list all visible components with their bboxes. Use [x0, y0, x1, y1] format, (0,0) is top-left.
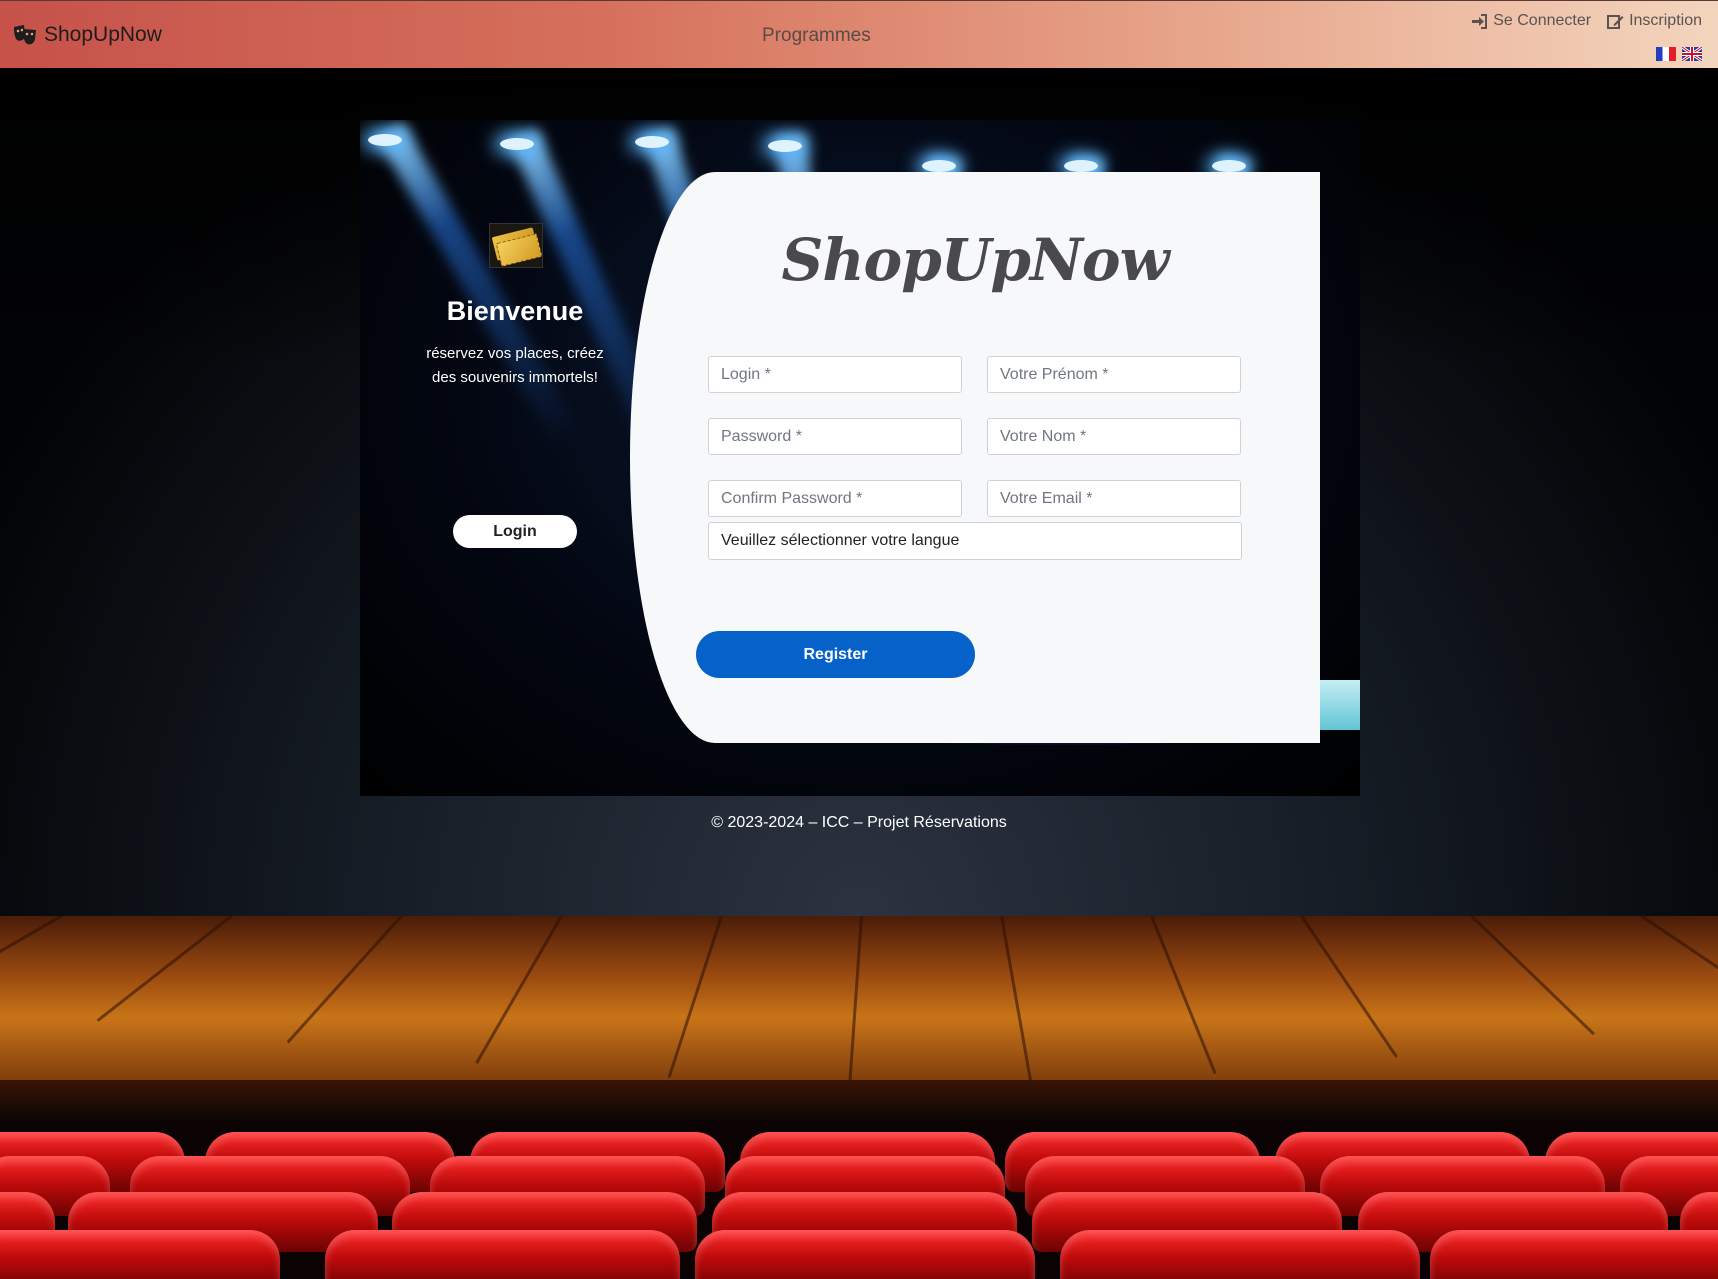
form-logo: ShopUpNow	[781, 226, 1169, 294]
nav-link-signup-label: Inscription	[1629, 12, 1702, 29]
stage-edge-shadow	[0, 1080, 1718, 1120]
nav-link-signup[interactable]: Inscription	[1607, 12, 1702, 30]
brand-name: ShopUpNow	[44, 23, 162, 46]
uk-flag-graphic	[1682, 47, 1702, 61]
ticket-logo-icon	[489, 223, 543, 268]
sign-in-icon	[1472, 13, 1488, 29]
firstname-input[interactable]	[987, 356, 1241, 393]
edit-form-icon	[1607, 14, 1624, 29]
nav-link-login[interactable]: Se Connecter	[1471, 12, 1591, 30]
lastname-input[interactable]	[987, 418, 1241, 455]
spotlight-lamp	[500, 138, 534, 150]
language-switcher	[1656, 47, 1702, 61]
uk-flag-icon[interactable]	[1682, 47, 1702, 61]
navbar: ShopUpNow Programmes Se Connecter Inscri…	[0, 0, 1718, 68]
spotlight-lamp	[635, 136, 669, 148]
login-input[interactable]	[708, 356, 962, 393]
theater-masks-icon	[14, 25, 36, 45]
nav-link-login-label: Se Connecter	[1493, 12, 1592, 29]
spotlight-lamp	[922, 160, 956, 172]
password-input[interactable]	[708, 418, 962, 455]
spotlight-lamp	[768, 140, 802, 152]
theater-seats	[0, 1120, 1718, 1279]
spotlight-lamp	[1064, 160, 1098, 172]
welcome-text: réservez vos places, créez des souvenirs…	[426, 345, 604, 386]
stage-floor	[0, 916, 1718, 1086]
french-flag-icon[interactable]	[1656, 47, 1676, 61]
login-button[interactable]: Login	[453, 515, 577, 548]
nav-link-programmes[interactable]: Programmes	[762, 25, 871, 47]
register-form-card: ShopUpNow Veuillez sélectionner votre la…	[630, 172, 1320, 743]
register-button[interactable]: Register	[696, 631, 975, 678]
spotlight-lamp	[1212, 160, 1246, 172]
email-input[interactable]	[987, 480, 1241, 517]
spotlight-lamp	[368, 134, 402, 146]
brand-link[interactable]: ShopUpNow	[12, 23, 162, 47]
welcome-title: Bienvenue	[446, 296, 584, 326]
language-select[interactable]: Veuillez sélectionner votre langue	[708, 522, 1242, 560]
confirm-password-input[interactable]	[708, 480, 962, 517]
register-panel: Bienvenue réservez vos places, créez des…	[360, 120, 1360, 796]
auth-links: Se Connecter Inscription	[1471, 12, 1702, 30]
footer-copyright: © 2023-2024 – ICC – Projet Réservations	[711, 814, 1007, 831]
